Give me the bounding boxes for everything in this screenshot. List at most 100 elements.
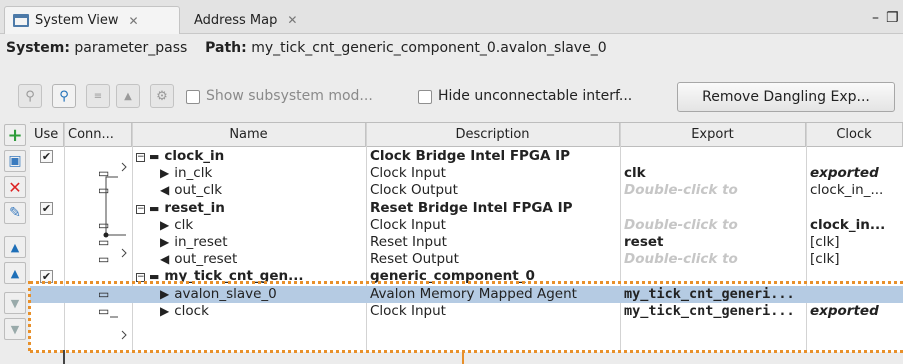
interface-name[interactable]: ▶ in_clk (160, 165, 364, 182)
table-row-interface[interactable]: ▭ ◀ out_clk Clock Output Double-click to cloc… (30, 182, 903, 199)
component-name[interactable]: − ▬ clock_in (136, 148, 364, 165)
output-port-icon: ◀ (160, 252, 170, 267)
system-path-line: System: parameter_pass Path: my_tick_cnt… (6, 40, 607, 56)
settings-icon[interactable]: ⚙ (150, 84, 174, 108)
clock-cell[interactable] (810, 148, 902, 165)
description-cell: Clock Bridge Intel FPGA IP (370, 148, 571, 164)
table-row-interface[interactable]: ▭ ◀ out_reset Reset Output Double-click to [c… (30, 251, 903, 268)
tab-label: System View (35, 13, 119, 28)
filter-icon[interactable]: ≡ (86, 84, 110, 108)
export-cell[interactable]: my_tick_cnt_generi... (624, 303, 804, 320)
add-icon[interactable]: + (4, 124, 26, 146)
tab-address-map[interactable]: Address Map ✕ (186, 6, 346, 34)
description-cell: Clock Output (370, 182, 458, 199)
component-name[interactable]: − ▬ reset_in (136, 200, 364, 217)
remove-icon[interactable]: ✕ (4, 176, 26, 198)
clock-cell[interactable]: exported (810, 303, 902, 320)
remove-dangling-button[interactable]: Remove Dangling Exp... (677, 82, 895, 112)
highlight-frame-top (30, 281, 903, 284)
export-cell[interactable]: clk (624, 165, 804, 182)
interface-name[interactable]: ▶ in_reset (160, 234, 364, 251)
highlight-frame-bottom (30, 350, 903, 353)
interface-name[interactable]: ▶ clk (160, 217, 364, 234)
restore-icon[interactable]: ❐ (886, 10, 899, 26)
add-component-icon[interactable]: ▣ (4, 150, 26, 172)
path-label: Path: (205, 40, 247, 56)
output-port-icon: ◀ (160, 183, 170, 198)
table-row-interface[interactable]: ▭ ▶ clock Clock Input my_tick_cnt_generi... e… (30, 303, 903, 320)
export-cell[interactable]: my_tick_cnt_generi... (624, 286, 804, 303)
header-export[interactable]: Export (620, 123, 806, 147)
header-clock[interactable]: Clock (806, 123, 903, 147)
export-cell[interactable] (624, 148, 804, 165)
interface-name-text: out_reset (174, 251, 238, 268)
table-row-component[interactable]: ✔ − ▬ clock_in Clock Bridge Intel FPGA IP (30, 148, 903, 165)
clock-cell[interactable]: exported (810, 165, 902, 182)
table-row-component[interactable]: ✔ − ▬ reset_in Reset Bridge Intel FPGA IP (30, 200, 903, 217)
tick-mark (462, 352, 464, 364)
description-cell: Reset Bridge Intel FPGA IP (370, 199, 573, 216)
move-down-icon[interactable]: ▼ (4, 292, 26, 314)
interface-name-text: clock (174, 302, 209, 319)
toolbar: ⚲ ⚲ ≡ ▲ ⚙ Show subsystem mod... Hide unc… (0, 82, 903, 112)
interface-name-text: in_clk (174, 165, 213, 182)
input-port-icon: ▶ (160, 235, 170, 249)
edit-icon[interactable]: ✎ (4, 202, 26, 224)
table-row-interface[interactable]: ▭ ▶ in_reset Reset Input reset [clk] (30, 234, 903, 251)
input-port-icon: ▶ (160, 166, 170, 181)
move-top-icon[interactable]: ▲ (4, 236, 26, 258)
move-up-icon[interactable]: ▲ (116, 84, 140, 108)
interface-name[interactable]: ▶ clock (160, 303, 364, 320)
clock-cell[interactable]: clock_in... (810, 217, 902, 234)
minimize-icon[interactable]: – (872, 10, 879, 26)
tab-label: Address Map (194, 12, 278, 28)
clock-cell[interactable]: [clk] (810, 251, 902, 268)
header-description[interactable]: Description (366, 123, 620, 147)
interface-name[interactable]: ▶ avalon_slave_0 (160, 286, 364, 303)
description-cell: Clock Input (370, 216, 446, 233)
export-cell[interactable]: reset (624, 234, 804, 251)
description-cell: Reset Input (370, 234, 447, 250)
collapse-icon[interactable]: − (136, 153, 145, 162)
show-subsystem-checkbox[interactable] (186, 90, 200, 104)
input-port-icon: ▶ (160, 286, 170, 301)
show-subsystem-label: Show subsystem mod... (206, 88, 373, 104)
collapse-icon[interactable]: − (136, 204, 145, 214)
header-name[interactable]: Name (132, 123, 366, 147)
table-row-interface[interactable]: ▭ ▶ in_clk Clock Input clk exported (30, 165, 903, 182)
clock-cell[interactable]: clock_in_... (810, 182, 902, 199)
interface-name[interactable]: ◀ out_reset (160, 251, 364, 268)
system-contents-table: Use Conn... Name Description Export Cloc… (30, 122, 903, 352)
path-value: my_tick_cnt_generic_component_0.avalon_s… (251, 40, 607, 56)
export-cell[interactable]: Double-click to (624, 182, 804, 199)
zoom-in-icon[interactable]: ⚲ (52, 84, 76, 108)
description-cell: Clock Input (370, 165, 446, 182)
hide-unconnectable-label: Hide unconnectable interf... (438, 88, 633, 104)
table-row-interface[interactable]: ▭ ▶ clk Clock Input Double-click to clock_in.… (30, 217, 903, 234)
clock-cell[interactable]: [clk] (810, 234, 902, 251)
export-cell[interactable] (624, 200, 804, 217)
close-icon[interactable]: ✕ (287, 13, 297, 27)
component-icon: ▬ (149, 150, 160, 163)
interface-name[interactable]: ◀ out_clk (160, 182, 364, 199)
tab-system-view[interactable]: System View ✕ (4, 6, 180, 34)
description-cell: Avalon Memory Mapped Agent (370, 285, 577, 302)
component-name-text: reset_in (164, 199, 225, 216)
close-icon[interactable]: ✕ (128, 14, 138, 28)
connection-diagram[interactable] (30, 123, 132, 352)
hide-unconnectable-checkbox[interactable] (418, 90, 432, 104)
component-name-text: clock_in (164, 148, 225, 164)
clock-cell[interactable] (810, 286, 902, 303)
system-view-icon (13, 14, 29, 27)
move-bottom-icon[interactable]: ▼ (4, 318, 26, 340)
table-row-interface[interactable]: ▭ ▶ avalon_slave_0 Avalon Memory Mapped Age… (30, 285, 903, 303)
export-cell[interactable]: Double-click to (624, 217, 804, 234)
tick-mark (63, 350, 65, 364)
interface-name-text: clk (174, 216, 194, 233)
zoom-out-icon[interactable]: ⚲ (18, 84, 42, 108)
export-cell[interactable]: Double-click to (624, 251, 804, 268)
move-up-icon[interactable]: ▲ (4, 262, 26, 284)
input-port-icon: ▶ (160, 303, 170, 318)
clock-cell[interactable] (810, 200, 902, 217)
description-cell: Reset Output (370, 251, 459, 268)
